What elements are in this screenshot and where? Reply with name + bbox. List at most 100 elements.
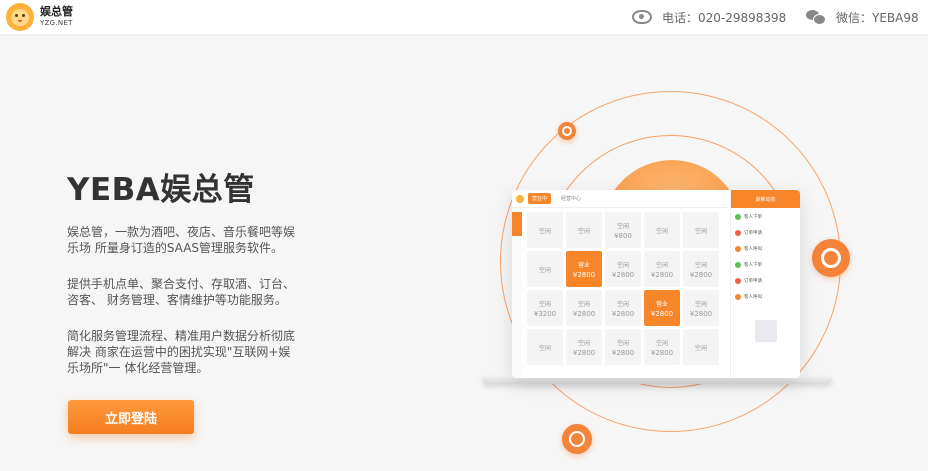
mock-activity-item: 客人呼叫 bbox=[735, 242, 796, 256]
mock-table-cell: 空闲 bbox=[683, 212, 719, 248]
mock-cell-label: 空闲 bbox=[616, 339, 629, 347]
decor-orb-icon bbox=[812, 239, 850, 277]
eye-icon bbox=[632, 10, 652, 24]
mock-cell-label: 空闲 bbox=[655, 339, 668, 347]
status-dot-icon bbox=[735, 246, 741, 252]
mock-tab: 经营中心 bbox=[561, 196, 582, 202]
mock-table-cell: 空闲 bbox=[683, 329, 719, 365]
decor-orb-icon bbox=[558, 122, 576, 140]
mock-app-bar: 营业中 经营中心 bbox=[512, 190, 728, 208]
mock-cell-price: ¥2800 bbox=[689, 309, 713, 318]
status-dot-icon bbox=[735, 262, 741, 268]
hero-illustration: 营业中 经营中心 空闲 空闲 空闲 ¥800 空闲 空闲 空闲 营业 ¥2800 空闲 ¥2800 空… bbox=[470, 90, 870, 471]
mock-table-cell: 空闲 bbox=[527, 212, 563, 248]
mock-cell-label: 空闲 bbox=[655, 227, 668, 235]
phone-contact: 电话：020-29898398 bbox=[632, 0, 786, 34]
mock-cell-label: 空闲 bbox=[616, 222, 629, 230]
brand-name[interactable]: 娱总管 bbox=[40, 3, 73, 19]
mock-cell-label: 空闲 bbox=[694, 300, 707, 308]
mock-cell-label: 空闲 bbox=[538, 266, 551, 274]
phone-text: 电话：020-29898398 bbox=[662, 10, 787, 25]
wechat-contact: 微信：YEBA98 bbox=[806, 0, 919, 34]
mock-cell-label: 营业 bbox=[577, 261, 590, 269]
status-dot-icon bbox=[735, 230, 741, 236]
mock-table-cell: 空闲 bbox=[527, 251, 563, 287]
decor-orb-icon bbox=[562, 424, 592, 454]
mock-activity-item: 订单申请 bbox=[735, 226, 796, 240]
mock-panel-title: 最新动态 bbox=[731, 190, 800, 208]
mock-table-cell: 空闲 ¥2800 bbox=[566, 290, 602, 326]
login-button[interactable]: 立即登陆 bbox=[68, 400, 194, 434]
mock-sidebar bbox=[512, 208, 522, 378]
hero-title: YEBA娱总管 bbox=[67, 172, 255, 208]
mock-cell-price: ¥2800 bbox=[572, 270, 596, 279]
laptop-screen: 营业中 经营中心 空闲 空闲 空闲 ¥800 空闲 空闲 空闲 营业 ¥2800 空闲 ¥2800 空… bbox=[512, 190, 800, 378]
mock-cell-price: ¥2800 bbox=[572, 348, 596, 357]
mock-table-cell: 空闲 ¥2800 bbox=[566, 329, 602, 365]
mock-cell-label: 空闲 bbox=[694, 261, 707, 269]
mock-activity-text: 订单申请 bbox=[744, 231, 762, 236]
mock-app-logo-icon bbox=[516, 194, 524, 203]
status-dot-icon bbox=[735, 278, 741, 284]
mock-cell-price: ¥2800 bbox=[650, 348, 674, 357]
mock-cell-label: 空闲 bbox=[694, 344, 707, 352]
mock-table-cell: 空闲 ¥2800 bbox=[605, 251, 641, 287]
mock-cell-label: 营业 bbox=[655, 300, 668, 308]
status-dot-icon bbox=[735, 214, 741, 220]
mock-cell-price: ¥800 bbox=[614, 231, 632, 240]
mock-cell-price: ¥2800 bbox=[689, 270, 713, 279]
mock-activity-panel: 最新动态 客人下单 订单申请 客人呼叫 客人下单 订单申请 客人呼叫 bbox=[730, 190, 800, 378]
mock-table-cell: 营业 ¥2800 bbox=[644, 290, 680, 326]
mock-activity-text: 客人下单 bbox=[744, 263, 762, 268]
mock-table-cell: 空闲 bbox=[566, 212, 602, 248]
mock-table-cell: 空闲 ¥800 bbox=[605, 212, 641, 248]
status-dot-icon bbox=[735, 294, 741, 300]
mock-activity-item: 客人下单 bbox=[735, 210, 796, 224]
mock-table-cell: 空闲 ¥2800 bbox=[683, 251, 719, 287]
mock-cell-label: 空闲 bbox=[616, 300, 629, 308]
empty-state-icon bbox=[754, 320, 777, 342]
mock-cell-price: ¥2800 bbox=[611, 309, 635, 318]
mock-activity-item: 客人下单 bbox=[735, 258, 796, 272]
hero-description-2: 提供手机点单、聚合支付、存取酒、订台、咨客、 财务管理、客情维护等功能服务。 bbox=[67, 277, 296, 307]
mock-table-cell: 空闲 bbox=[527, 329, 563, 365]
mock-cell-price: ¥2800 bbox=[572, 309, 596, 318]
mock-activity-text: 订单申请 bbox=[744, 279, 762, 284]
mock-cell-price: ¥2800 bbox=[611, 270, 635, 279]
mock-cell-label: 空闲 bbox=[577, 339, 590, 347]
mock-cell-label: 空闲 bbox=[694, 227, 707, 235]
mock-table-cell: 空闲 ¥2800 bbox=[683, 290, 719, 326]
mock-table-cell: 空闲 ¥2800 bbox=[644, 251, 680, 287]
mock-table-cell: 空闲 ¥2800 bbox=[644, 329, 680, 365]
mock-cell-price: ¥2800 bbox=[650, 270, 674, 279]
hero-description-3: 简化服务管理流程、精准用户数据分析彻底解决 商家在运营中的困扰实现"互联网+娱乐… bbox=[67, 329, 296, 375]
wechat-icon bbox=[806, 10, 826, 25]
mock-table-cell: 空闲 ¥2800 bbox=[605, 290, 641, 326]
mock-table-cell: 空闲 ¥3200 bbox=[527, 290, 563, 326]
mock-cell-label: 空闲 bbox=[538, 227, 551, 235]
mock-table-cell: 营业 ¥2800 bbox=[566, 251, 602, 287]
mock-cell-label: 空闲 bbox=[616, 261, 629, 269]
mock-table-cell: 空闲 ¥2800 bbox=[605, 329, 641, 365]
mock-activity-text: 客人呼叫 bbox=[744, 295, 762, 300]
brand-domain: YZG.NET bbox=[40, 19, 73, 27]
mock-activity-text: 客人下单 bbox=[744, 215, 762, 220]
mock-cell-label: 空闲 bbox=[538, 300, 551, 308]
hero-description-1: 娱总管，一款为酒吧、夜店、音乐餐吧等娱乐场 所量身订造的SAAS管理服务软件。 bbox=[67, 225, 296, 255]
mock-cell-label: 空闲 bbox=[655, 261, 668, 269]
mock-activity-item: 订单申请 bbox=[735, 274, 796, 288]
mock-activity-item: 客人呼叫 bbox=[735, 290, 796, 304]
mock-table-cell: 空闲 bbox=[644, 212, 680, 248]
mock-cell-price: ¥2800 bbox=[650, 309, 674, 318]
mock-tab: 营业中 bbox=[528, 193, 552, 204]
mock-activity-text: 客人呼叫 bbox=[744, 247, 762, 252]
mock-cell-price: ¥3200 bbox=[533, 309, 557, 318]
mock-cell-price: ¥2800 bbox=[611, 348, 635, 357]
mock-cell-label: 空闲 bbox=[538, 344, 551, 352]
wechat-text: 微信：YEBA98 bbox=[836, 10, 919, 25]
brand-logo-icon[interactable] bbox=[6, 3, 34, 31]
top-header: 娱总管 YZG.NET 电话：020-29898398 微信：YEBA98 bbox=[0, 0, 928, 34]
mock-table-grid: 空闲 空闲 空闲 ¥800 空闲 空闲 空闲 营业 ¥2800 空闲 ¥2800 空闲 ¥2800 空闲 ¥… bbox=[527, 212, 723, 365]
mock-cell-label: 空闲 bbox=[577, 227, 590, 235]
mock-cell-label: 空闲 bbox=[577, 300, 590, 308]
